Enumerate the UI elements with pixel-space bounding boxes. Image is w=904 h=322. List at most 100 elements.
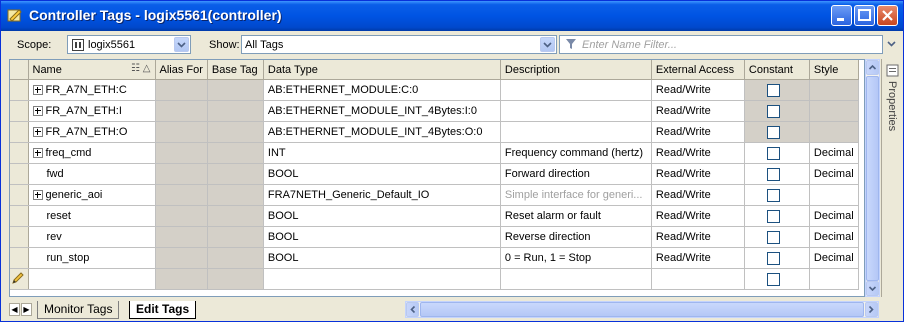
cell-base-tag[interactable] bbox=[207, 226, 264, 248]
chevron-down-icon[interactable] bbox=[540, 37, 555, 52]
cell-external-access[interactable]: Read/Write bbox=[651, 226, 745, 248]
cell-name[interactable]: FR_A7N_ETH:O bbox=[28, 121, 156, 143]
chevron-down-icon[interactable] bbox=[885, 37, 898, 53]
cell-description[interactable]: Reset alarm or fault bbox=[500, 205, 652, 227]
cell-style[interactable]: Decimal bbox=[809, 142, 859, 164]
cell-style[interactable]: Decimal bbox=[809, 205, 859, 227]
maximize-button[interactable] bbox=[854, 5, 875, 26]
expand-plus-icon[interactable] bbox=[32, 190, 43, 201]
column-header-external-access[interactable]: External Access bbox=[651, 60, 745, 80]
row-selector[interactable] bbox=[10, 205, 29, 227]
table-row[interactable]: run_stop BOOL 0 = Run, 1 = Stop Read/Write D… bbox=[10, 247, 859, 269]
new-cell-style[interactable] bbox=[809, 268, 859, 290]
properties-side-panel[interactable]: Properties bbox=[881, 59, 903, 297]
cell-base-tag[interactable] bbox=[207, 79, 264, 101]
new-tag-row[interactable] bbox=[10, 268, 859, 290]
cell-name[interactable]: generic_aoi bbox=[28, 184, 156, 206]
column-header-description[interactable]: Description bbox=[500, 60, 652, 80]
cell-external-access[interactable]: Read/Write bbox=[651, 247, 745, 269]
new-cell-constant[interactable] bbox=[744, 268, 810, 290]
cell-constant[interactable] bbox=[744, 205, 810, 227]
cell-style[interactable] bbox=[809, 121, 859, 143]
cell-name[interactable]: FR_A7N_ETH:C bbox=[28, 79, 156, 101]
cell-external-access[interactable]: Read/Write bbox=[651, 205, 745, 227]
chevron-down-icon[interactable] bbox=[174, 37, 189, 52]
cell-constant[interactable] bbox=[744, 79, 810, 101]
scroll-down-button[interactable] bbox=[866, 281, 879, 296]
scroll-left-button[interactable] bbox=[406, 302, 419, 317]
cell-alias-for[interactable] bbox=[155, 247, 208, 269]
table-row[interactable]: FR_A7N_ETH:O AB:ETHERNET_MODULE_INT_4Byte… bbox=[10, 121, 859, 143]
horizontal-scrollbar[interactable] bbox=[405, 301, 879, 318]
cell-data-type[interactable]: AB:ETHERNET_MODULE:C:0 bbox=[263, 79, 501, 101]
cell-description[interactable]: 0 = Run, 1 = Stop bbox=[500, 247, 652, 269]
column-header-alias-for[interactable]: Alias For bbox=[155, 60, 208, 80]
column-header-name[interactable]: Name ☷ △ bbox=[28, 60, 156, 80]
cell-alias-for[interactable] bbox=[155, 184, 208, 206]
cell-description[interactable]: Forward direction bbox=[500, 163, 652, 185]
sort-icon[interactable]: ☷ △ bbox=[131, 63, 150, 74]
table-row[interactable]: rev BOOL Reverse direction Read/Write Decima… bbox=[10, 226, 859, 248]
properties-tab[interactable]: Properties bbox=[886, 81, 898, 131]
cell-alias-for[interactable] bbox=[155, 100, 208, 122]
cell-name[interactable]: run_stop bbox=[28, 247, 156, 269]
constant-checkbox[interactable] bbox=[766, 104, 780, 118]
table-row[interactable]: FR_A7N_ETH:C AB:ETHERNET_MODULE:C:0 Read/W… bbox=[10, 79, 859, 101]
cell-name[interactable]: freq_cmd bbox=[28, 142, 156, 164]
tab-edit-tags[interactable]: Edit Tags bbox=[129, 301, 197, 319]
constant-checkbox[interactable] bbox=[766, 230, 780, 244]
constant-checkbox[interactable] bbox=[766, 146, 780, 160]
row-selector[interactable] bbox=[10, 79, 29, 101]
cell-constant[interactable] bbox=[744, 163, 810, 185]
new-cell-name[interactable] bbox=[28, 268, 156, 290]
cell-base-tag[interactable] bbox=[207, 142, 264, 164]
horizontal-scroll-thumb[interactable] bbox=[420, 302, 864, 317]
cell-description[interactable] bbox=[500, 79, 652, 101]
column-header-style[interactable]: Style bbox=[809, 60, 859, 80]
scroll-right-button[interactable] bbox=[865, 302, 878, 317]
cell-constant[interactable] bbox=[744, 226, 810, 248]
cell-alias-for[interactable] bbox=[155, 226, 208, 248]
cell-data-type[interactable]: INT bbox=[263, 142, 501, 164]
vertical-scrollbar[interactable] bbox=[865, 59, 880, 297]
scroll-up-button[interactable] bbox=[866, 60, 879, 75]
cell-external-access[interactable]: Read/Write bbox=[651, 184, 745, 206]
cell-name[interactable]: rev bbox=[28, 226, 156, 248]
row-selector[interactable] bbox=[10, 121, 29, 143]
new-cell-base-tag[interactable] bbox=[207, 268, 264, 290]
close-button[interactable] bbox=[877, 5, 898, 26]
column-header-data-type[interactable]: Data Type bbox=[263, 60, 501, 80]
cell-data-type[interactable]: BOOL bbox=[263, 205, 501, 227]
cell-description[interactable] bbox=[500, 121, 652, 143]
row-selector[interactable] bbox=[10, 226, 29, 248]
tab-nav-next-icon[interactable]: ▶ bbox=[21, 303, 32, 316]
cell-description[interactable]: Reverse direction bbox=[500, 226, 652, 248]
table-row[interactable]: freq_cmd INT Frequency command (hertz) Read… bbox=[10, 142, 859, 164]
scope-select[interactable]: logix5561 bbox=[67, 35, 191, 54]
expand-plus-icon[interactable] bbox=[32, 106, 43, 117]
vertical-scroll-thumb[interactable] bbox=[866, 76, 879, 281]
row-selector[interactable] bbox=[10, 184, 29, 206]
constant-checkbox[interactable] bbox=[766, 188, 780, 202]
cell-name[interactable]: FR_A7N_ETH:I bbox=[28, 100, 156, 122]
cell-constant[interactable] bbox=[744, 121, 810, 143]
expand-plus-icon[interactable] bbox=[32, 85, 43, 96]
cell-description[interactable]: Simple interface for generi... bbox=[500, 184, 652, 206]
table-row[interactable]: reset BOOL Reset alarm or fault Read/Write D… bbox=[10, 205, 859, 227]
cell-external-access[interactable]: Read/Write bbox=[651, 163, 745, 185]
cell-external-access[interactable]: Read/Write bbox=[651, 142, 745, 164]
tab-monitor-tags[interactable]: Monitor Tags bbox=[37, 301, 120, 319]
column-header-constant[interactable]: Constant bbox=[744, 60, 810, 80]
row-selector[interactable] bbox=[10, 247, 29, 269]
expand-plus-icon[interactable] bbox=[32, 127, 43, 138]
cell-style[interactable] bbox=[809, 79, 859, 101]
show-select[interactable]: All Tags bbox=[241, 35, 557, 54]
cell-base-tag[interactable] bbox=[207, 184, 264, 206]
cell-data-type[interactable]: FRA7NETH_Generic_Default_IO bbox=[263, 184, 501, 206]
cell-style[interactable]: Decimal bbox=[809, 247, 859, 269]
cell-alias-for[interactable] bbox=[155, 142, 208, 164]
title-bar[interactable]: Controller Tags - logix5561(controller) bbox=[1, 1, 903, 31]
cell-alias-for[interactable] bbox=[155, 79, 208, 101]
cell-name[interactable]: reset bbox=[28, 205, 156, 227]
constant-checkbox[interactable] bbox=[766, 125, 780, 139]
